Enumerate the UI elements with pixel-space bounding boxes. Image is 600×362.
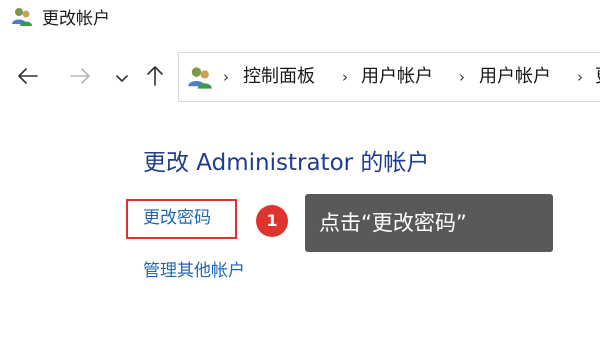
user-accounts-icon — [11, 6, 33, 28]
arrow-up-icon — [146, 65, 164, 91]
breadcrumb-user-accounts[interactable]: 用户帐户 — [361, 66, 433, 88]
breadcrumb-separator[interactable]: › — [459, 67, 465, 87]
breadcrumb-user-accounts-2[interactable]: 用户帐户 — [479, 66, 551, 88]
title-bar: 更改帐户 — [0, 0, 600, 40]
breadcrumb-control-panel[interactable]: 控制面板 — [243, 66, 315, 88]
arrow-left-icon — [17, 67, 39, 89]
forward-button[interactable] — [66, 64, 94, 92]
step-badge: 1 — [256, 205, 288, 237]
user-accounts-icon — [187, 65, 213, 91]
arrow-right-icon — [69, 67, 91, 89]
breadcrumb-separator[interactable]: › — [223, 67, 229, 87]
up-button[interactable] — [141, 64, 169, 92]
change-password-link[interactable]: 更改密码 — [143, 207, 211, 229]
control-panel-window: 更改帐户 › 控制面板 › 用户帐户 › 用户帐户 › 更改 Administr… — [0, 0, 600, 362]
back-button[interactable] — [14, 64, 42, 92]
callout-text: 点击“更改密码” — [319, 211, 467, 235]
breadcrumb-change-account[interactable]: 更 — [595, 66, 600, 88]
address-bar[interactable]: › 控制面板 › 用户帐户 › 用户帐户 › 更 — [178, 52, 600, 102]
manage-other-accounts-link[interactable]: 管理其他帐户 — [143, 260, 245, 282]
window-title: 更改帐户 — [42, 9, 110, 29]
page-title: 更改 Administrator 的帐户 — [143, 150, 430, 176]
callout-tooltip: 点击“更改密码” — [305, 194, 553, 252]
breadcrumb-separator[interactable]: › — [342, 67, 348, 87]
chevron-down-icon — [115, 69, 129, 88]
breadcrumb-separator[interactable]: › — [577, 67, 583, 87]
recent-locations-button[interactable] — [108, 64, 136, 92]
